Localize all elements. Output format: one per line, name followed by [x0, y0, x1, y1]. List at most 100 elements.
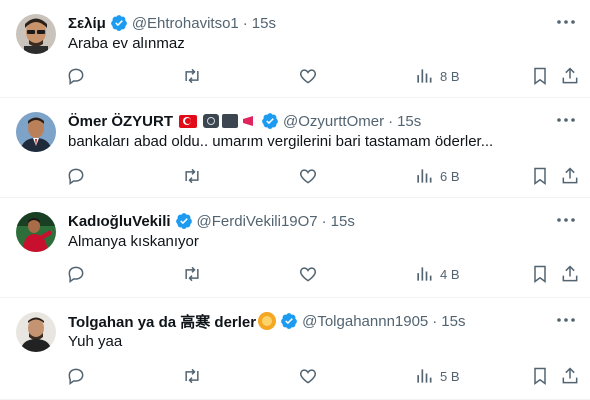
heart-icon — [299, 369, 317, 384]
share-icon — [562, 67, 578, 84]
views-count: 4 B — [440, 266, 460, 282]
bookmark-icon — [534, 265, 546, 283]
share-button[interactable] — [560, 260, 580, 288]
verified-badge-icon — [281, 313, 297, 329]
retweet-button[interactable] — [182, 162, 202, 190]
like-button[interactable] — [298, 62, 318, 90]
bookmark-button[interactable] — [530, 362, 550, 390]
tweet-text: Almanya kıskanıyor — [68, 233, 199, 250]
more-options-icon[interactable] — [554, 10, 578, 34]
like-button[interactable] — [298, 260, 318, 288]
views-count: 5 B — [440, 368, 460, 384]
tweet-actions: 5 B — [60, 362, 584, 390]
bookmark-button[interactable] — [530, 162, 550, 190]
display-name[interactable]: KadıoğluVekili — [68, 213, 171, 230]
timestamp[interactable]: 15s — [397, 113, 421, 130]
share-button[interactable] — [560, 362, 580, 390]
verified-badge-icon — [262, 113, 278, 129]
bookmark-icon — [534, 67, 546, 85]
tweet[interactable]: Ömer ÖZYURT @OzyurttOmer · 15s bankaları… — [0, 98, 590, 198]
avatar[interactable] — [16, 312, 56, 352]
views-button[interactable]: 8 B — [414, 62, 460, 90]
timestamp[interactable]: 15s — [331, 213, 355, 230]
lion-icon — [258, 312, 277, 330]
views-count: 6 B — [440, 168, 460, 184]
retweet-button[interactable] — [182, 62, 202, 90]
reply-button[interactable] — [66, 162, 86, 190]
avatar[interactable] — [16, 212, 56, 252]
views-button[interactable]: 6 B — [414, 162, 460, 190]
tweet[interactable]: Tolgahan ya da 高寒 derler @Tolgahannn1905… — [0, 298, 590, 400]
separator-dot: · — [432, 312, 438, 330]
tweet-actions: 8 B — [60, 62, 584, 90]
reply-button[interactable] — [66, 260, 86, 288]
heart-icon — [299, 69, 317, 84]
views-chart-icon — [417, 169, 432, 183]
turkey-flag-icon — [179, 114, 198, 128]
tweet-header: Σελίμ @Ehtrohavitso1 · 15s — [68, 12, 550, 34]
views-count: 8 B — [440, 68, 460, 84]
reply-icon — [68, 266, 84, 283]
user-handle[interactable]: @FerdiVekili19O7 — [197, 213, 318, 230]
heart-icon — [299, 267, 317, 282]
separator-dot: · — [321, 212, 327, 230]
avatar[interactable] — [16, 14, 56, 54]
movie-camera-icon — [222, 114, 239, 128]
share-icon — [562, 367, 578, 384]
tweet-text: Yuh yaa — [68, 333, 123, 350]
bookmark-button[interactable] — [530, 62, 550, 90]
verified-badge-icon — [110, 15, 127, 31]
tweet-actions: 4 B — [60, 260, 584, 288]
bookmark-icon — [534, 167, 546, 185]
tweet-actions: 6 B — [60, 162, 584, 190]
reply-icon — [68, 368, 84, 385]
separator-dot: · — [388, 112, 394, 130]
tweet[interactable]: KadıoğluVekili @FerdiVekili19O7 · 15s Al… — [0, 198, 590, 298]
views-button[interactable]: 4 B — [414, 260, 460, 288]
like-button[interactable] — [298, 362, 318, 390]
reply-button[interactable] — [66, 362, 86, 390]
more-options-icon[interactable] — [554, 308, 578, 332]
reply-button[interactable] — [66, 62, 86, 90]
megaphone-icon — [241, 114, 257, 128]
tweet-text: bankaları abad oldu.. umarım vergilerini… — [68, 133, 494, 150]
verified-badge-icon — [175, 213, 192, 229]
tweet-header: Ömer ÖZYURT @OzyurttOmer · 15s — [68, 110, 550, 132]
views-chart-icon — [417, 369, 432, 383]
like-button[interactable] — [298, 162, 318, 190]
display-name[interactable]: Σελίμ — [68, 15, 106, 32]
tweet-text: Araba ev alınmaz — [68, 35, 185, 52]
tweet-header: Tolgahan ya da 高寒 derler @Tolgahannn1905… — [68, 310, 550, 332]
heart-icon — [299, 169, 317, 184]
timeline-feed: Σελίμ @Ehtrohavitso1 · 15s Araba ev alın… — [0, 0, 590, 400]
views-chart-icon — [417, 69, 432, 83]
avatar[interactable] — [16, 112, 56, 152]
reply-icon — [68, 168, 84, 185]
reply-icon — [68, 68, 84, 85]
more-options-icon[interactable] — [554, 108, 578, 132]
user-handle[interactable]: @Ehtrohavitso1 — [132, 15, 239, 32]
retweet-button[interactable] — [182, 362, 202, 390]
display-name[interactable]: Tolgahan ya da 高寒 derler — [68, 311, 256, 332]
user-handle[interactable]: @OzyurttOmer — [283, 113, 384, 130]
retweet-button[interactable] — [182, 260, 202, 288]
camera-icon — [203, 114, 220, 128]
timestamp[interactable]: 15s — [441, 313, 465, 330]
more-options-icon[interactable] — [554, 208, 578, 232]
share-icon — [562, 167, 578, 184]
retweet-icon — [185, 266, 199, 282]
user-handle[interactable]: @Tolgahannn1905 — [302, 313, 428, 330]
share-button[interactable] — [560, 162, 580, 190]
views-chart-icon — [417, 267, 432, 281]
retweet-icon — [185, 368, 199, 384]
share-icon — [562, 265, 578, 282]
timestamp[interactable]: 15s — [252, 15, 276, 32]
tweet-header: KadıoğluVekili @FerdiVekili19O7 · 15s — [68, 210, 550, 232]
retweet-icon — [185, 168, 199, 184]
separator-dot: · — [242, 14, 248, 32]
share-button[interactable] — [560, 62, 580, 90]
bookmark-button[interactable] — [530, 260, 550, 288]
tweet[interactable]: Σελίμ @Ehtrohavitso1 · 15s Araba ev alın… — [0, 0, 590, 98]
views-button[interactable]: 5 B — [414, 362, 460, 390]
display-name[interactable]: Ömer ÖZYURT — [68, 113, 173, 130]
